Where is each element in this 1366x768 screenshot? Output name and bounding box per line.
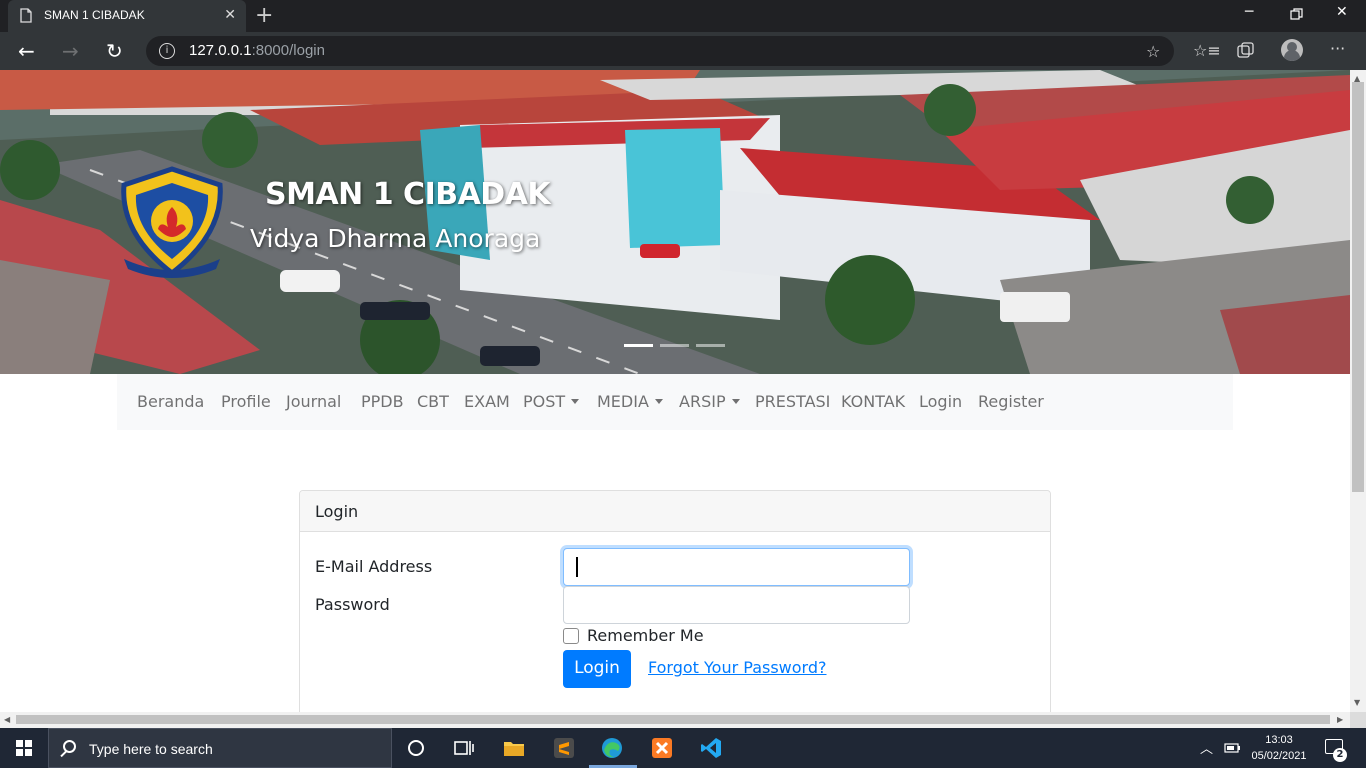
carousel-indicator-2[interactable] xyxy=(660,344,689,347)
reload-icon[interactable]: ↻ xyxy=(106,40,123,62)
windows-start-icon[interactable] xyxy=(16,740,32,756)
back-icon[interactable]: ← xyxy=(18,40,35,62)
tab-title: SMAN 1 CIBADAK xyxy=(44,8,145,22)
xampp-icon[interactable] xyxy=(650,736,674,760)
notification-count-badge: 2 xyxy=(1333,748,1347,762)
remember-me-checkbox[interactable] xyxy=(563,628,579,644)
page-icon xyxy=(20,8,32,23)
taskbar-search-box[interactable]: Type here to search xyxy=(48,728,392,768)
restore-icon[interactable] xyxy=(1290,8,1303,21)
close-tab-icon[interactable]: ✕ xyxy=(224,7,236,23)
school-logo xyxy=(121,166,223,278)
vscode-icon[interactable] xyxy=(699,736,723,760)
caret-down-icon xyxy=(731,399,740,404)
card-title: Login xyxy=(315,502,359,521)
page-viewport: SMAN 1 CIBADAK Vidya Dharma Anoraga Bera… xyxy=(0,70,1350,712)
collections-icon[interactable] xyxy=(1237,42,1255,60)
password-field[interactable] xyxy=(563,586,910,624)
nav-journal[interactable]: Journal xyxy=(286,392,341,411)
sublime-text-icon[interactable] xyxy=(552,736,576,760)
nav-prestasi[interactable]: PRESTASI xyxy=(755,392,830,411)
nav-profile[interactable]: Profile xyxy=(221,392,271,411)
forgot-password-link[interactable]: Forgot Your Password? xyxy=(648,658,827,677)
email-label: E-Mail Address xyxy=(315,557,433,576)
vertical-scroll-thumb[interactable] xyxy=(1352,82,1364,492)
clock-date: 05/02/2021 xyxy=(1251,750,1307,762)
file-explorer-icon[interactable] xyxy=(502,736,526,760)
forward-icon: → xyxy=(62,39,79,63)
login-button[interactable]: Login xyxy=(563,650,631,688)
edge-icon[interactable] xyxy=(600,736,624,760)
minimize-icon[interactable]: ─ xyxy=(1245,4,1253,20)
search-icon xyxy=(63,740,76,753)
nav-ppdb[interactable]: PPDB xyxy=(361,392,404,411)
cortana-icon[interactable] xyxy=(404,736,428,760)
clock-time: 13:03 xyxy=(1265,734,1293,746)
horizontal-scroll-thumb[interactable] xyxy=(16,715,1330,724)
caret-down-icon xyxy=(654,399,663,404)
url-text[interactable]: 127.0.0.1:8000/login xyxy=(189,42,325,59)
windows-taskbar: Type here to search ︿ 13:03 05/02/2021 2 xyxy=(0,728,1366,768)
nav-kontak[interactable]: KONTAK xyxy=(841,392,905,411)
system-clock[interactable]: 13:03 05/02/2021 xyxy=(1246,732,1312,764)
new-tab-button[interactable]: + xyxy=(255,3,273,28)
show-hidden-icons-icon[interactable]: ︿ xyxy=(1200,738,1213,757)
nav-exam[interactable]: EXAM xyxy=(464,392,510,411)
window-close-icon[interactable]: ✕ xyxy=(1336,4,1348,20)
nav-login[interactable]: Login xyxy=(919,392,962,411)
nav-register[interactable]: Register xyxy=(978,392,1044,411)
email-field[interactable] xyxy=(563,548,910,586)
password-label: Password xyxy=(315,595,390,614)
task-view-icon[interactable] xyxy=(452,736,476,760)
battery-icon[interactable] xyxy=(1224,742,1242,754)
nav-arsip-dropdown[interactable]: ARSIP xyxy=(679,392,740,411)
nav-beranda[interactable]: Beranda xyxy=(137,392,204,411)
card-header: Login xyxy=(300,491,1050,532)
main-navbar: Beranda Profile Journal PPDB CBT EXAM PO… xyxy=(117,374,1233,430)
profile-icon[interactable] xyxy=(1281,39,1303,61)
favorites-icon[interactable]: ☆≡ xyxy=(1193,41,1221,60)
scroll-down-icon[interactable]: ▼ xyxy=(1354,698,1360,707)
hero-title: SMAN 1 CIBADAK xyxy=(265,177,551,212)
carousel-indicator-3[interactable] xyxy=(696,344,725,347)
nav-post-dropdown[interactable]: POST xyxy=(523,392,580,411)
scroll-right-icon[interactable]: ▶ xyxy=(1337,715,1343,724)
nav-cbt[interactable]: CBT xyxy=(417,392,449,411)
info-icon[interactable]: i xyxy=(159,43,175,59)
text-cursor xyxy=(576,557,578,577)
scrollbar-corner xyxy=(1350,712,1366,728)
carousel-indicator-1[interactable] xyxy=(624,344,653,347)
caret-down-icon xyxy=(571,399,580,404)
browser-tab-strip: SMAN 1 CIBADAK ✕ + ─ ✕ xyxy=(0,0,1366,32)
search-placeholder: Type here to search xyxy=(89,741,213,757)
scroll-left-icon[interactable]: ◀ xyxy=(4,715,10,724)
remember-me-label[interactable]: Remember Me xyxy=(587,626,704,645)
address-bar[interactable]: i 127.0.0.1:8000/login ☆ xyxy=(146,36,1174,66)
nav-media-dropdown[interactable]: MEDIA xyxy=(597,392,663,411)
login-card: Login E-Mail Address Password Remember M… xyxy=(299,490,1051,712)
browser-toolbar: ← → ↻ i 127.0.0.1:8000/login ☆ ☆≡ ··· xyxy=(0,32,1366,70)
browser-tab[interactable]: SMAN 1 CIBADAK ✕ xyxy=(8,0,246,32)
add-favorite-icon[interactable]: ☆ xyxy=(1146,42,1160,61)
more-icon[interactable]: ··· xyxy=(1330,39,1345,58)
hero-carousel: SMAN 1 CIBADAK Vidya Dharma Anoraga xyxy=(0,70,1350,374)
hero-subtitle: Vidya Dharma Anoraga xyxy=(250,224,541,253)
